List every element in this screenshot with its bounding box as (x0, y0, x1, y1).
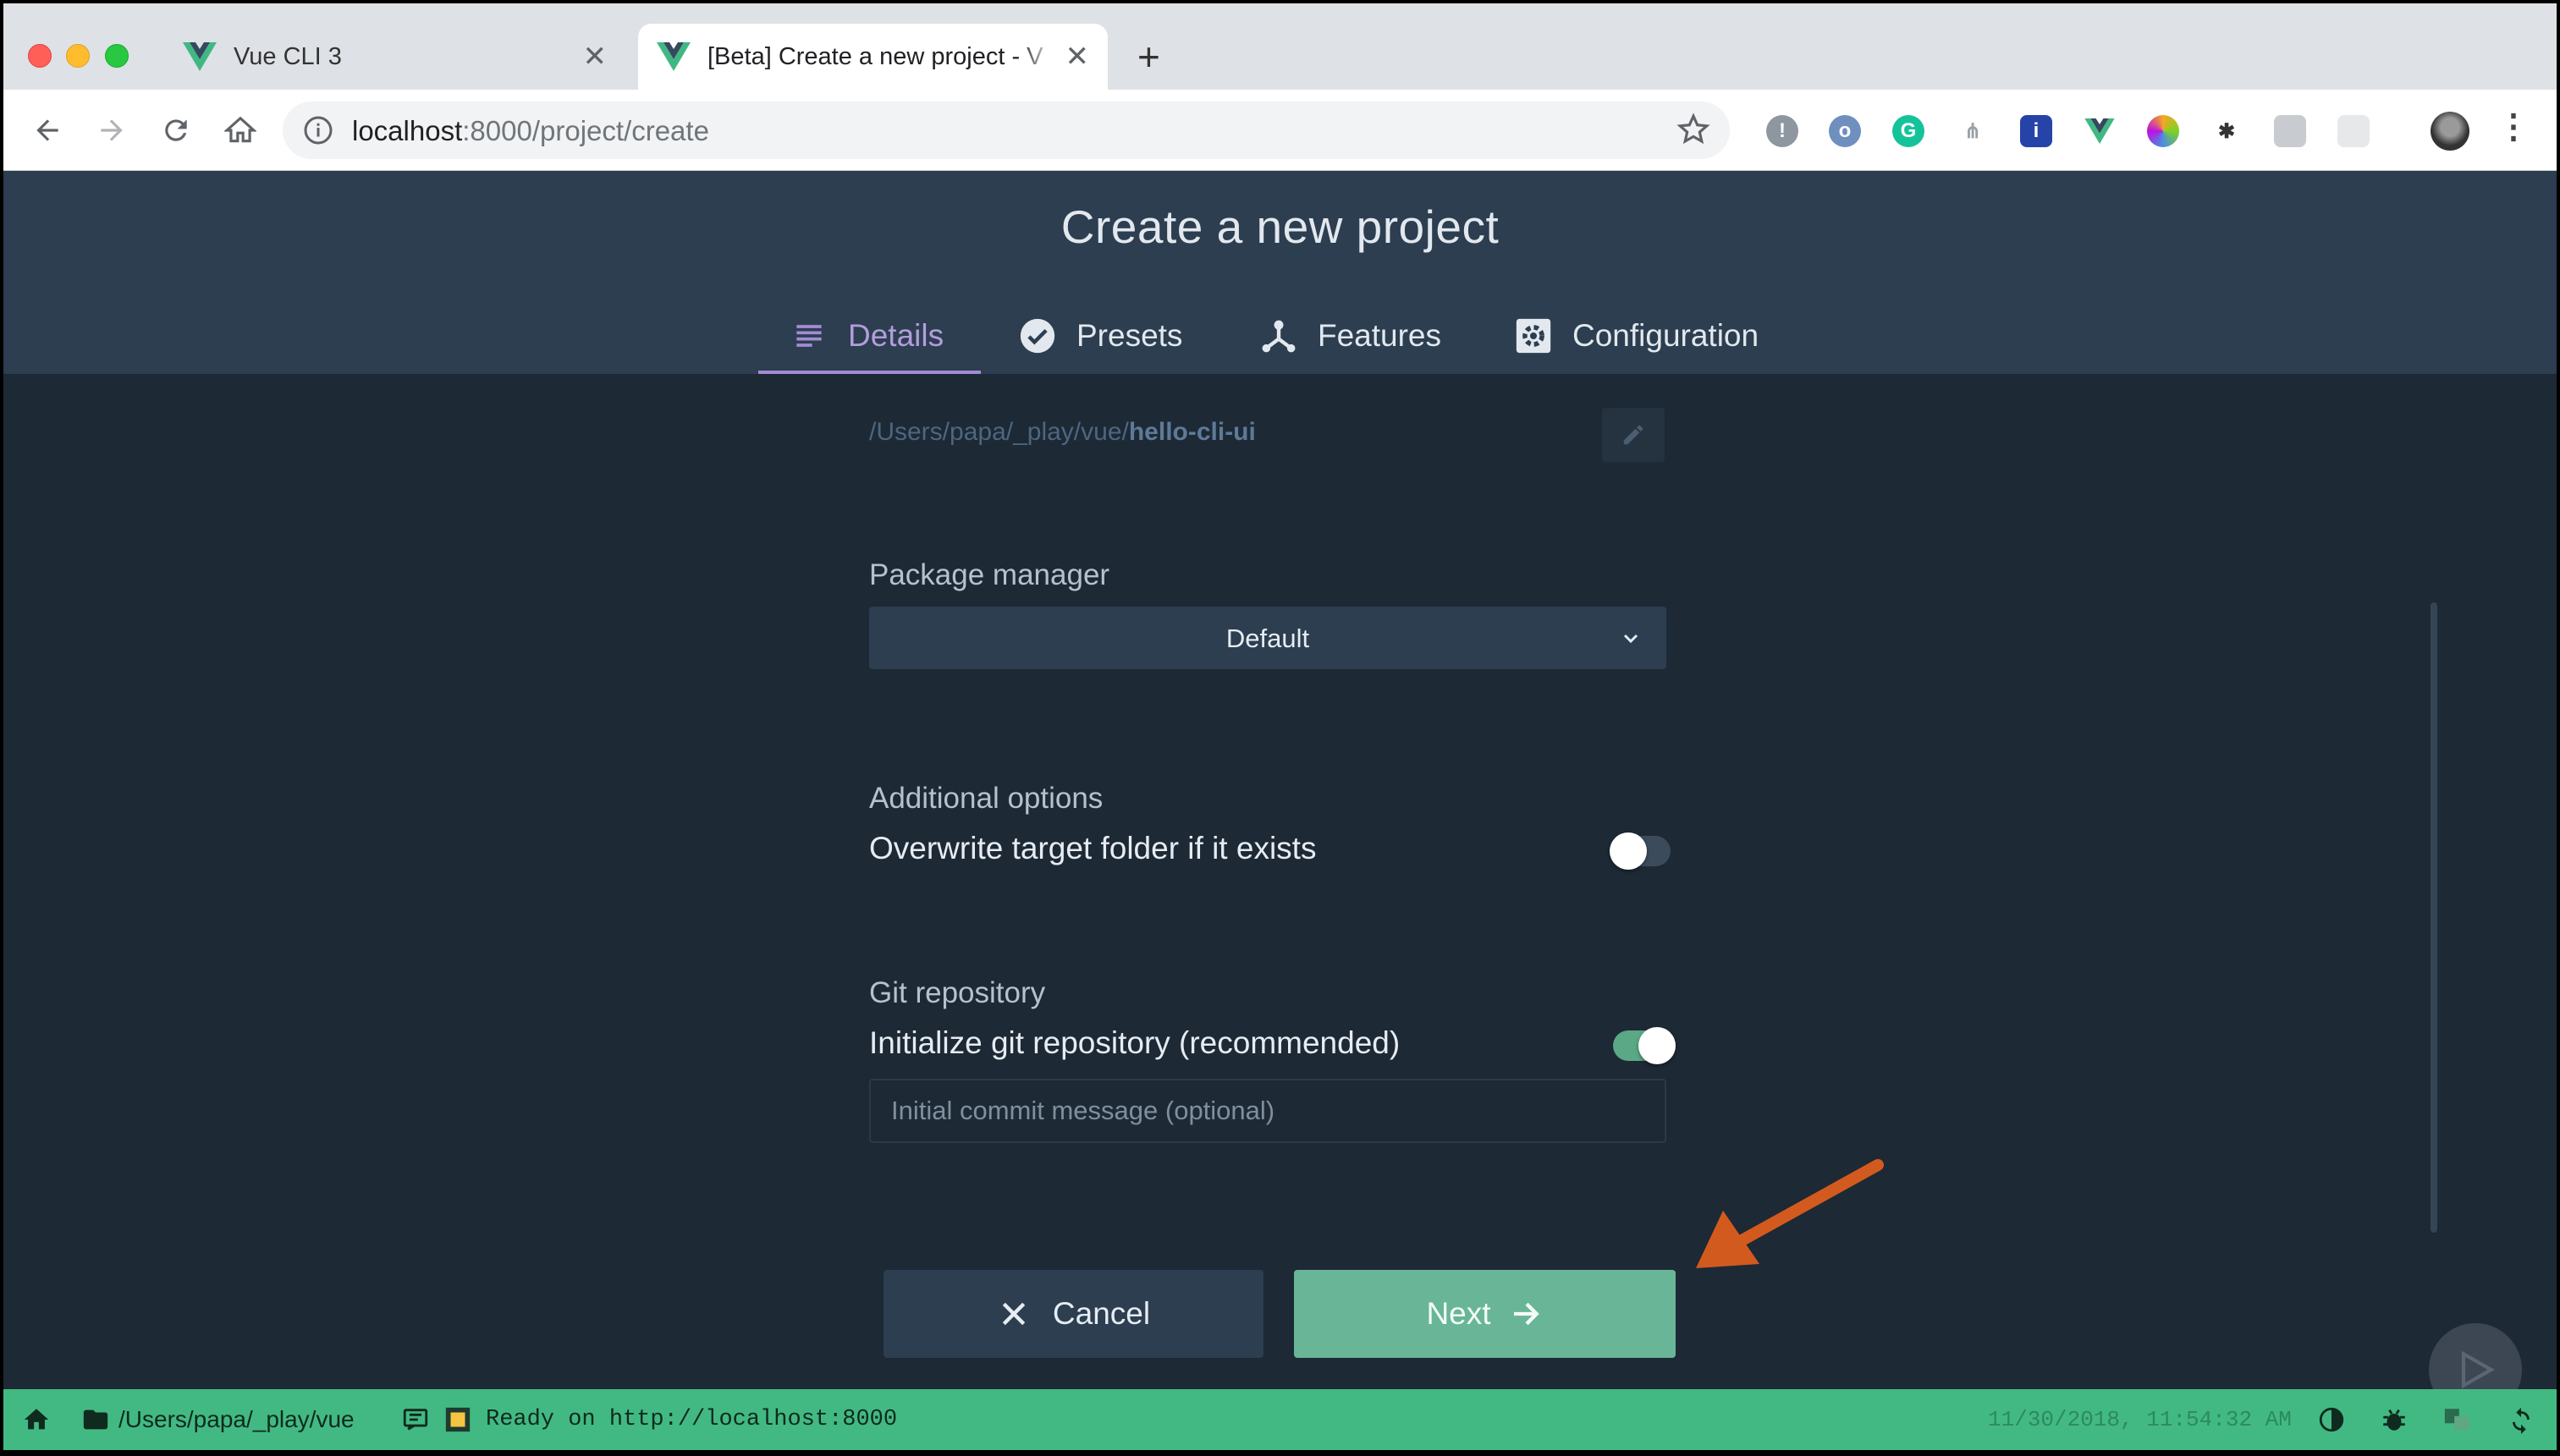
browser-toolbar: localhost:8000/project/create ! o G ⋔ i … (3, 90, 2557, 171)
site-info-icon[interactable] (303, 115, 333, 146)
translate-button[interactable] (2442, 1389, 2471, 1450)
report-bug-button[interactable] (2380, 1389, 2409, 1450)
scrollbar[interactable] (2431, 602, 2437, 1233)
reload-icon (165, 119, 187, 141)
edit-path-button[interactable] (1602, 408, 1665, 462)
pencil-icon (1623, 425, 1643, 445)
project-details-form: /Users/papa/_play/vue/hello-cli-ui Packa… (3, 374, 2557, 1389)
new-tab-button[interactable]: + (1137, 37, 1160, 76)
browser-window: Vue CLI 3 ✕ [Beta] Create a new project … (3, 3, 2557, 1450)
grammarly-icon[interactable]: G (1892, 115, 1924, 147)
package-manager-select[interactable]: Default (869, 607, 1666, 669)
folder-icon (83, 1409, 108, 1430)
lock-extension-icon[interactable]: ! (1766, 115, 1798, 147)
refresh-icon (2513, 1407, 2530, 1434)
init-git-option-label: Initialize git repository (recommended) (869, 1025, 1401, 1060)
status-bar: /Users/papa/_play/vue Ready on http://lo… (3, 1389, 2557, 1450)
close-window-button[interactable] (28, 44, 52, 68)
step-tabs: Details Presets Features Configuration (3, 298, 2557, 374)
close-tab-icon[interactable]: ✕ (1065, 42, 1090, 71)
package-manager-value: Default (1225, 624, 1310, 653)
grid-extension-icon[interactable] (2337, 115, 2370, 147)
minimize-window-button[interactable] (66, 44, 90, 68)
tab-label: Presets (1076, 318, 1183, 353)
vue-devtools-icon[interactable] (2084, 115, 2116, 147)
arrow-left-icon (36, 119, 58, 141)
cancel-label: Cancel (1052, 1296, 1151, 1331)
home-icon (24, 1409, 49, 1430)
next-button[interactable]: Next (1294, 1270, 1676, 1358)
log-text: Ready on http://localhost:8000 (486, 1407, 898, 1432)
url-text: localhost:8000/project/create (352, 115, 709, 146)
arrow-right-icon (101, 119, 123, 141)
tab-label: Configuration (1572, 318, 1759, 353)
profile-avatar[interactable] (2431, 112, 2469, 151)
sitemap-extension-icon[interactable]: ⋔ (1957, 115, 1989, 147)
play-icon (2461, 1350, 2495, 1389)
ublock-icon[interactable]: i (2020, 115, 2052, 147)
annotation-arrow-icon (1696, 1159, 1884, 1268)
commit-message-input[interactable] (869, 1079, 1666, 1143)
cancel-button[interactable]: Cancel (884, 1270, 1263, 1358)
additional-options-label: Additional options (869, 782, 1104, 815)
subject-icon (796, 325, 822, 347)
browser-tab-vue-cli[interactable]: Vue CLI 3 ✕ (164, 24, 625, 90)
tab-features[interactable]: Features (1260, 298, 1441, 374)
chevron-down-icon (1623, 634, 1638, 644)
overwrite-option-label: Overwrite target folder if it exists (869, 831, 1317, 865)
tab-presets[interactable]: Presets (1019, 298, 1182, 374)
tab-title: Vue CLI 3 (234, 42, 342, 70)
close-icon (1002, 1302, 1026, 1326)
tab-details[interactable]: Details (757, 298, 982, 374)
refresh-button[interactable] (2507, 1389, 2535, 1450)
dark-mode-toggle[interactable] (2317, 1389, 2346, 1450)
close-tab-icon[interactable]: ✕ (583, 42, 608, 71)
vue-ui-logo-icon (445, 1407, 471, 1432)
settings-applications-icon (1516, 318, 1551, 354)
page-header: Create a new project Details Presets Fea… (3, 171, 2557, 374)
vue-logo-icon (183, 42, 217, 71)
device-hub-icon (1262, 320, 1296, 353)
maximize-window-button[interactable] (105, 44, 129, 68)
tab-label: Details (848, 318, 944, 353)
project-path: /Users/papa/_play/vue/hello-cli-ui (869, 418, 1256, 446)
browser-menu-icon[interactable]: ⋮ (2497, 110, 2530, 144)
home-icon (224, 116, 256, 143)
translate-icon (2444, 1409, 2469, 1431)
arrow-forward-icon (1513, 1302, 1539, 1326)
forward-button[interactable] (90, 108, 134, 152)
back-button[interactable] (25, 108, 69, 152)
chat-extension-icon[interactable] (2274, 115, 2306, 147)
datetime: 11/30/2018, 11:54:32 AM (1988, 1407, 2292, 1432)
log-status-button[interactable]: Ready on http://localhost:8000 (401, 1389, 897, 1450)
message-icon (403, 1409, 428, 1431)
color-picker-icon[interactable] (2147, 115, 2179, 147)
browser-tab-strip: Vue CLI 3 ✕ [Beta] Create a new project … (3, 3, 2557, 90)
home-status-button[interactable] (22, 1389, 51, 1450)
next-label: Next (1426, 1296, 1491, 1331)
check-circle-icon (1020, 318, 1055, 354)
contrast-icon (2319, 1407, 2344, 1432)
overwrite-toggle[interactable] (1610, 832, 1671, 870)
reload-button[interactable] (154, 108, 198, 152)
tab-title: [Beta] Create a new project - V (707, 42, 1043, 70)
page-title: Create a new project (1060, 201, 1500, 253)
vue-logo-icon (657, 42, 691, 71)
init-git-toggle[interactable] (1613, 1027, 1676, 1064)
blue-circle-extension-icon[interactable]: o (1829, 115, 1861, 147)
bug-extension-icon[interactable]: ✱ (2210, 115, 2243, 147)
address-bar[interactable]: localhost:8000/project/create (283, 102, 1730, 159)
cwd-text: /Users/papa/_play/vue (118, 1406, 355, 1432)
bookmark-star-icon[interactable] (1676, 112, 1711, 147)
browser-tab-create-project[interactable]: [Beta] Create a new project - V ✕ (638, 24, 1108, 90)
cwd-status-button[interactable]: /Users/papa/_play/vue (81, 1389, 355, 1450)
package-manager-label: Package manager (869, 558, 1110, 591)
tab-configuration[interactable]: Configuration (1515, 298, 1759, 374)
bug-icon (2383, 1409, 2405, 1431)
git-repository-label: Git repository (869, 976, 1046, 1009)
home-button[interactable] (218, 108, 262, 152)
tab-label: Features (1318, 318, 1442, 353)
